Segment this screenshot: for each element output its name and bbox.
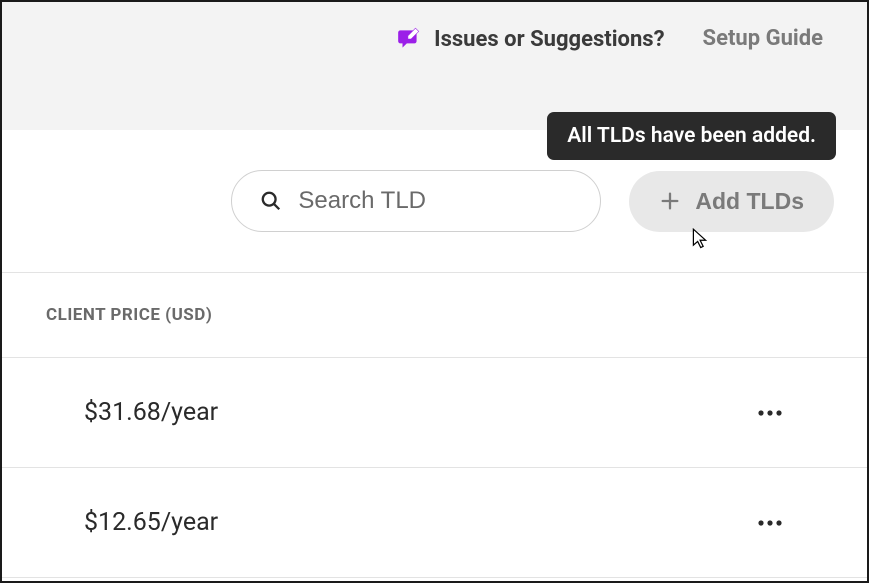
feedback-icon (396, 26, 422, 52)
price-value: $12.65/year (84, 508, 218, 537)
search-tld-input[interactable] (298, 187, 572, 215)
price-value: $31.68/year (84, 398, 218, 427)
table-header-client-price: CLIENT PRICE (USD) (2, 272, 867, 358)
search-tld-wrapper[interactable] (231, 170, 601, 232)
header-bar: Issues or Suggestions? Setup Guide (2, 2, 867, 130)
add-tlds-button[interactable]: Add TLDs (629, 171, 834, 232)
issues-suggestions-link[interactable]: Issues or Suggestions? (396, 26, 664, 52)
tooltip: All TLDs have been added. (547, 112, 836, 160)
search-icon (260, 190, 282, 212)
table-row: $12.65/year (2, 468, 867, 578)
more-options-button[interactable] (755, 513, 785, 533)
table-row: $31.68/year (2, 358, 867, 468)
issues-suggestions-label: Issues or Suggestions? (434, 27, 664, 52)
add-tlds-label: Add TLDs (695, 188, 804, 215)
setup-guide-link[interactable]: Setup Guide (703, 26, 823, 51)
plus-icon (659, 190, 681, 212)
more-options-button[interactable] (755, 403, 785, 423)
